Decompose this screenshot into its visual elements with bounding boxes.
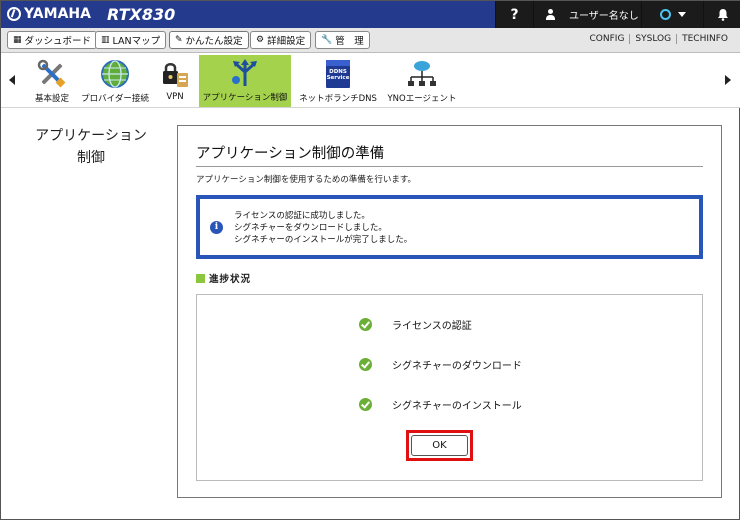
check-circle-icon (359, 317, 372, 331)
tool-basic-settings[interactable]: 基本設定 (29, 56, 75, 105)
vpn-lock-icon (160, 59, 190, 89)
tool-basic-settings-label: 基本設定 (34, 94, 69, 104)
gear-icon: ⚙ (256, 35, 265, 45)
tool-vpn-label: VPN (166, 92, 184, 102)
status-dropdown[interactable] (641, 1, 703, 28)
tools-icon (37, 59, 67, 89)
section-title-line2: 制御 (77, 150, 105, 166)
help-label: ? (510, 6, 519, 23)
tool-provider-connection-label: プロバイダー接続 (81, 94, 149, 104)
progress-box: ライセンスの認証 シグネチャーのダウンロード シグネチャーのインストール OK (196, 294, 703, 481)
config-link[interactable]: CONFIG (585, 34, 630, 44)
user-icon (546, 9, 555, 20)
tool-yno-agent[interactable]: YNOエージェント (385, 56, 459, 105)
scroll-right-arrow-icon[interactable] (725, 75, 731, 85)
progress-step-label: ライセンスの認証 (392, 320, 472, 332)
app-frame: YAMAHA RTX830 ? ユーザー名なし ▦ ダッシュボード ▥ LANマ… (0, 0, 740, 520)
tool-vpn[interactable]: VPN (159, 56, 191, 105)
progress-heading: 進捗状況 (196, 271, 251, 285)
model-name: RTX830 (107, 5, 176, 24)
tool-netvolante-dns-label: ネットボランチDNS (299, 94, 377, 104)
brand-text: YAMAHA (24, 6, 91, 22)
top-bar: YAMAHA RTX830 ? ユーザー名なし (1, 1, 740, 28)
info-line: シグネチャーのインストールが完了しました。 (234, 235, 413, 245)
heading-marker-icon (196, 273, 205, 283)
progress-step-install: シグネチャーのインストール (359, 396, 522, 412)
advanced-settings-label: 詳細設定 (267, 36, 306, 47)
caret-down-icon (677, 12, 686, 17)
dashboard-button[interactable]: ▦ ダッシュボード (7, 31, 98, 49)
advanced-settings-button[interactable]: ⚙ 詳細設定 (250, 31, 312, 49)
yamaha-tuning-fork-icon (7, 7, 21, 21)
dashboard-label: ダッシュボード (24, 36, 92, 47)
top-right-controls: ? ユーザー名なし (495, 1, 740, 28)
lanmap-icon: ▥ (101, 35, 110, 45)
bell-icon (717, 9, 728, 21)
app-control-icon (230, 58, 260, 88)
section-title: アプリケーション 制御 (21, 125, 161, 169)
status-ring-icon (659, 9, 671, 20)
progress-step-license: ライセンスの認証 (359, 316, 472, 332)
user-name: ユーザー名なし (569, 11, 639, 22)
progress-step-download: シグネチャーのダウンロード (359, 356, 522, 372)
ok-button[interactable]: OK (411, 435, 468, 456)
wrench-icon: 🔧 (321, 35, 333, 45)
ddns-service-icon: DDNS Service (323, 59, 353, 89)
feature-toolbar: 基本設定 プロバイダー接続 VPN アプリケーション制御 DDNS Servic… (1, 53, 740, 108)
tool-provider-connection[interactable]: プロバイダー接続 (81, 56, 149, 105)
tool-application-control[interactable]: アプリケーション制御 (199, 55, 291, 107)
wizard-icon: ✎ (175, 35, 183, 45)
syslog-link[interactable]: SYSLOG (629, 34, 676, 44)
ddns-badge-text: DDNS Service (326, 69, 350, 81)
tool-application-control-label: アプリケーション制御 (202, 93, 288, 103)
tool-yno-agent-label: YNOエージェント (387, 94, 457, 104)
yamaha-logo: YAMAHA (7, 6, 91, 22)
info-icon: i (210, 221, 223, 234)
page-description: アプリケーション制御を使用するための準備を行います。 (196, 175, 416, 185)
progress-step-label: シグネチャーのダウンロード (392, 360, 522, 372)
menu-bar: ▦ ダッシュボード ▥ LANマップ ✎ かんたん設定 ⚙ 詳細設定 🔧 管 理… (1, 28, 740, 53)
info-line: シグネチャーをダウンロードしました。 (234, 223, 387, 233)
easy-setup-label: かんたん設定 (185, 36, 243, 47)
section-title-line1: アプリケーション (35, 128, 147, 144)
check-circle-icon (359, 397, 372, 411)
main-panel: アプリケーション制御の準備 アプリケーション制御を使用するための準備を行います。… (177, 125, 722, 498)
lanmap-label: LANマップ (112, 36, 161, 47)
dashboard-icon: ▦ (13, 35, 22, 45)
progress-heading-text: 進捗状況 (209, 274, 252, 285)
notification-button[interactable] (703, 1, 740, 28)
network-cloud-icon (407, 59, 437, 89)
management-button[interactable]: 🔧 管 理 (315, 31, 370, 49)
title-divider (196, 166, 703, 167)
ddns-badge-bottom: Service (326, 75, 350, 81)
info-message-box: i ライセンスの認証に成功しました。 シグネチャーをダウンロードしました。 シグ… (196, 195, 703, 259)
user-menu[interactable]: ユーザー名なし (533, 1, 641, 28)
info-message-lines: ライセンスの認証に成功しました。 シグネチャーをダウンロードしました。 シグネチ… (234, 210, 412, 246)
page-title: アプリケーション制御の準備 (196, 146, 385, 162)
scroll-left-arrow-icon[interactable] (9, 75, 15, 85)
ok-button-highlight: OK (406, 430, 473, 461)
top-links: CONFIG SYSLOG TECHINFO (585, 34, 733, 44)
easy-setup-button[interactable]: ✎ かんたん設定 (169, 31, 249, 49)
info-line: ライセンスの認証に成功しました。 (234, 211, 370, 221)
help-button[interactable]: ? (495, 1, 533, 28)
management-label: 管 理 (335, 36, 364, 47)
lanmap-button[interactable]: ▥ LANマップ (95, 31, 167, 49)
tool-netvolante-dns[interactable]: DDNS Service ネットボランチDNS (299, 56, 377, 105)
techinfo-link[interactable]: TECHINFO (676, 34, 733, 44)
progress-step-label: シグネチャーのインストール (392, 400, 522, 412)
globe-icon (100, 59, 130, 89)
check-circle-icon (359, 357, 372, 371)
